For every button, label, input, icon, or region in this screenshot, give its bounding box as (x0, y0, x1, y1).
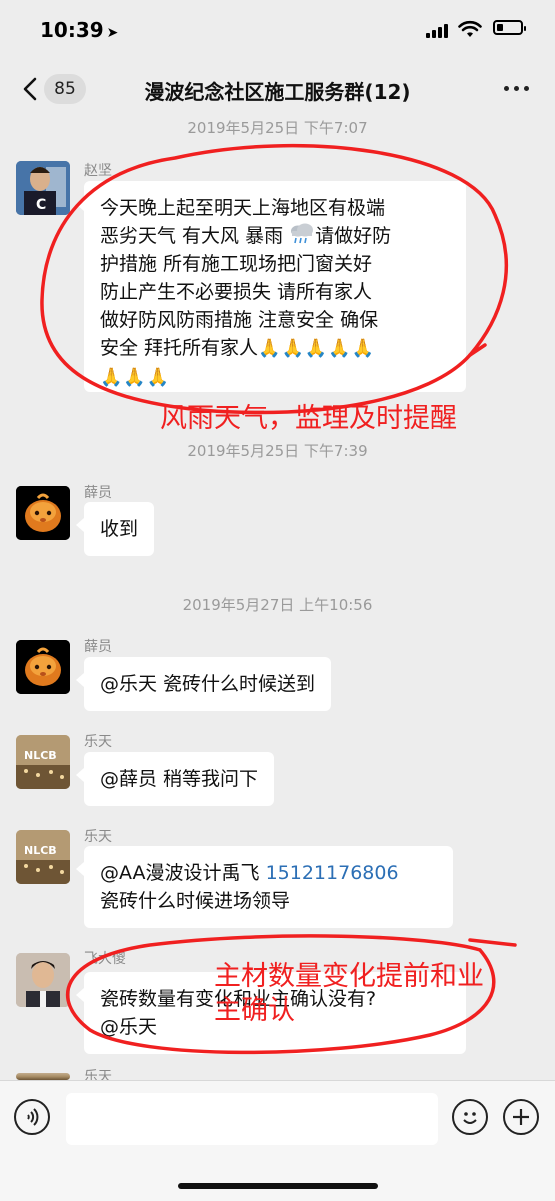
sender-name: 薛员 (84, 485, 112, 501)
sender-name: 乐天 (84, 734, 112, 750)
chat-title: 漫波纪念社区施工服务群(12) (144, 80, 411, 104)
message-bubble[interactable]: @薛员 稍等我问下 (75, 752, 275, 806)
avatar[interactable] (16, 1073, 70, 1080)
chat-header: 85 漫波纪念社区施工服务群(12) (0, 56, 555, 120)
sender-name: 乐天 (84, 829, 112, 845)
sender-name: 飞大傻 (84, 951, 126, 967)
sender-name: 赵坚 (84, 163, 112, 179)
battery-level (497, 24, 503, 31)
message-bubble[interactable]: @AA漫波设计禹飞 15121176806 瓷砖什么时候进场领导 (76, 846, 453, 928)
sender-name: 薛员 (84, 639, 112, 655)
plus-icon[interactable] (503, 1099, 539, 1135)
avatar[interactable] (16, 640, 70, 694)
message-bubble[interactable]: 收到 (75, 502, 155, 556)
message-text: @薛员 稍等我问下 (100, 768, 259, 790)
status-time: 10:39 ➤ (40, 18, 119, 42)
svg-text:NLCB: NLCB (24, 749, 57, 762)
more-options-icon[interactable] (500, 78, 534, 98)
emoji-icon[interactable] (452, 1099, 488, 1135)
location-arrow-icon: ➤ (106, 25, 119, 41)
avatar[interactable]: NLCB (16, 735, 70, 789)
avatar[interactable] (16, 953, 70, 1007)
avatar[interactable] (16, 486, 70, 540)
message-bubble[interactable]: 今天晚上起至明天上海地区有极端 恶劣天气 有大风 暴雨 请做好防 护措施 所有施… (76, 181, 466, 392)
timestamp: 2019年5月27日 上午10:56 (182, 596, 373, 614)
wifi-icon (458, 20, 482, 37)
phone-number-link[interactable]: 15121176806 (266, 862, 399, 884)
message-input[interactable] (66, 1093, 438, 1145)
back-chevron-icon[interactable] (14, 72, 48, 106)
handwritten-annotation: 风雨天气，监理及时提醒 (160, 403, 457, 434)
svg-text:C: C (36, 197, 46, 213)
annotation-circle (468, 343, 487, 357)
message-text: 收到 (100, 518, 139, 540)
rain-cloud-icon (291, 223, 314, 244)
battery-icon (493, 20, 526, 35)
status-bar: 10:39 ➤ (0, 0, 555, 56)
unread-count-badge[interactable]: 85 (44, 74, 86, 104)
avatar[interactable]: NLCB (16, 830, 70, 884)
sender-name: 乐天 (84, 1069, 112, 1080)
message-bubble[interactable]: @乐天 瓷砖什么时候送到 (75, 657, 332, 711)
avatar-image: NLCB (16, 830, 70, 884)
voice-icon[interactable] (14, 1099, 50, 1135)
annotation-circle (468, 938, 517, 947)
timestamp: 2019年5月25日 下午7:07 (187, 119, 368, 137)
annotation-line: 主确认 (214, 995, 295, 1026)
svg-text:NLCB: NLCB (24, 844, 57, 857)
plus-sign (513, 1109, 529, 1125)
cellular-signal-icon (426, 24, 448, 38)
message-text: @AA漫波设计禹飞 (100, 862, 266, 884)
folded-hands-emoji: 🙏🙏🙏 (100, 367, 171, 388)
home-indicator[interactable] (178, 1183, 378, 1189)
avatar[interactable]: C (16, 161, 70, 215)
avatar-image: NLCB (16, 735, 70, 789)
handwritten-annotation: 主材数量变化提前和业 主确认 (214, 960, 484, 1028)
voice-waves (27, 1108, 39, 1126)
avatar-image: C (16, 161, 70, 215)
message-text: @乐天 瓷砖什么时候送到 (100, 673, 316, 695)
avatar-image (16, 640, 70, 694)
folded-hands-emoji: 🙏🙏🙏🙏🙏 (258, 338, 376, 359)
avatar-image (16, 486, 70, 540)
message-text-continued: 瓷砖什么时候进场领导 (100, 890, 291, 912)
timestamp: 2019年5月25日 下午7:39 (187, 442, 368, 460)
annotation-line: 主材数量变化提前和业 (214, 961, 484, 992)
emoji-face (463, 1112, 477, 1124)
avatar-image (16, 953, 70, 1007)
